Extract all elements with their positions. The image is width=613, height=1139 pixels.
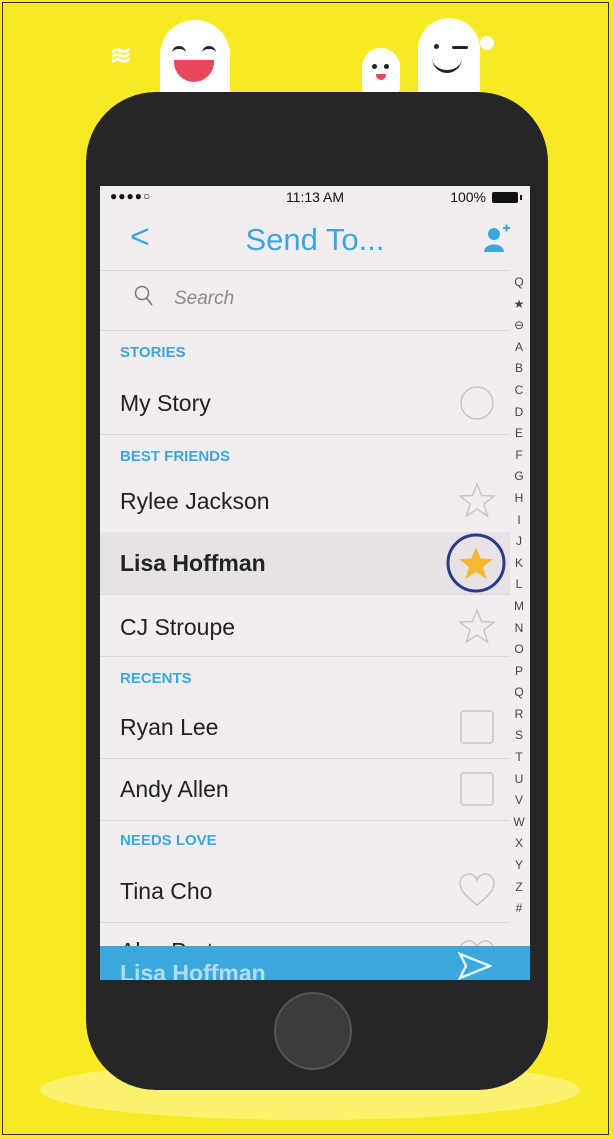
section-stories: STORIES — [120, 344, 186, 361]
index-letter[interactable]: G — [508, 466, 530, 488]
section-needs-love: NEEDS LOVE — [120, 832, 217, 849]
index-letter[interactable]: R — [508, 704, 530, 726]
contact-name: Andy Allen — [120, 776, 229, 802]
heart-icon[interactable] — [458, 872, 496, 908]
list-item-andy-allen[interactable]: Andy Allen — [100, 758, 510, 820]
divider — [100, 594, 510, 595]
divider — [100, 330, 510, 331]
star-icon[interactable] — [458, 482, 496, 518]
index-letter[interactable]: ★ — [508, 294, 530, 316]
ghost-laughing-mascot — [160, 20, 230, 100]
checkbox-icon[interactable] — [460, 772, 494, 806]
index-letter[interactable]: L — [508, 574, 530, 596]
index-letter[interactable]: P — [508, 661, 530, 683]
search-bar[interactable]: Search — [100, 270, 510, 330]
checkbox-icon[interactable] — [460, 710, 494, 744]
contact-name: CJ Stroupe — [120, 614, 236, 640]
index-letter[interactable]: Z — [508, 877, 530, 899]
list-item-cj-stroupe[interactable]: CJ Stroupe — [100, 596, 510, 658]
index-letter[interactable]: B — [508, 358, 530, 380]
index-letter[interactable]: T — [508, 747, 530, 769]
index-letter[interactable]: U — [508, 769, 530, 791]
index-letter[interactable]: A — [508, 337, 530, 359]
circle-icon[interactable] — [460, 386, 494, 420]
index-letter[interactable]: Q — [508, 272, 530, 294]
wave-lines-icon: ≋ — [110, 40, 132, 70]
page-title: Send To... — [245, 222, 385, 257]
battery-percent: 100% — [450, 189, 486, 205]
index-letter[interactable]: W — [508, 812, 530, 834]
index-letter[interactable]: F — [508, 445, 530, 467]
index-letter[interactable]: Y — [508, 855, 530, 877]
section-best-friends: BEST FRIENDS — [120, 448, 231, 465]
index-letter[interactable]: H — [508, 488, 530, 510]
list-item-my-story[interactable]: My Story — [100, 372, 510, 434]
send-icon[interactable] — [458, 952, 492, 980]
add-friend-icon[interactable] — [484, 224, 510, 254]
star-icon[interactable] — [458, 608, 496, 644]
alphabet-index[interactable]: Q ★ ⊖ A B C D E F G H I J K L M N O P Q R S T U V W X Y Z # — [508, 272, 530, 920]
contact-name: Tina Cho — [120, 878, 213, 904]
star-icon-selected[interactable] — [444, 532, 508, 594]
index-letter[interactable]: X — [508, 833, 530, 855]
index-letter[interactable]: E — [508, 423, 530, 445]
ghost-winking-mascot — [418, 18, 480, 98]
index-letter[interactable]: J — [508, 531, 530, 553]
divider — [100, 922, 510, 923]
index-letter[interactable]: M — [508, 596, 530, 618]
contact-name: Lisa Hoffman — [120, 550, 266, 576]
divider — [100, 434, 510, 435]
index-letter[interactable]: # — [508, 898, 530, 920]
list-item-tina-cho[interactable]: Tina Cho — [100, 860, 510, 922]
index-letter[interactable]: O — [508, 639, 530, 661]
list-item-rylee-jackson[interactable]: Rylee Jackson — [100, 470, 510, 532]
home-button[interactable] — [274, 992, 352, 1070]
list-item-ryan-lee[interactable]: Ryan Lee — [100, 696, 510, 758]
index-letter[interactable]: S — [508, 725, 530, 747]
index-letter[interactable]: C — [508, 380, 530, 402]
index-letter[interactable]: V — [508, 790, 530, 812]
battery-icon — [492, 192, 522, 203]
contact-name: My Story — [120, 390, 211, 416]
index-letter[interactable]: D — [508, 402, 530, 424]
ghost-hand-icon — [480, 36, 494, 50]
index-letter[interactable]: N — [508, 618, 530, 640]
contact-name: Rylee Jackson — [120, 488, 270, 514]
phone-screen: ●●●●○ 11:13 AM 100% < Send To... Search … — [100, 186, 530, 980]
send-bar[interactable]: Lisa Hoffman — [100, 946, 530, 980]
ghost-small-mascot — [362, 48, 400, 94]
selected-recipients: Lisa Hoffman — [120, 960, 266, 980]
section-recents: RECENTS — [120, 670, 192, 687]
nav-bar: < Send To... — [100, 210, 530, 270]
search-icon — [134, 285, 153, 306]
contact-name: Ryan Lee — [120, 714, 219, 740]
divider — [100, 656, 510, 657]
search-input[interactable]: Search — [174, 288, 234, 310]
divider — [100, 820, 510, 821]
index-letter[interactable]: Q — [508, 682, 530, 704]
list-item-lisa-hoffman[interactable]: Lisa Hoffman — [100, 532, 510, 594]
index-letter[interactable]: ⊖ — [508, 315, 530, 337]
status-bar: ●●●●○ 11:13 AM 100% — [100, 186, 530, 210]
index-letter[interactable]: K — [508, 553, 530, 575]
index-letter[interactable]: I — [508, 510, 530, 532]
